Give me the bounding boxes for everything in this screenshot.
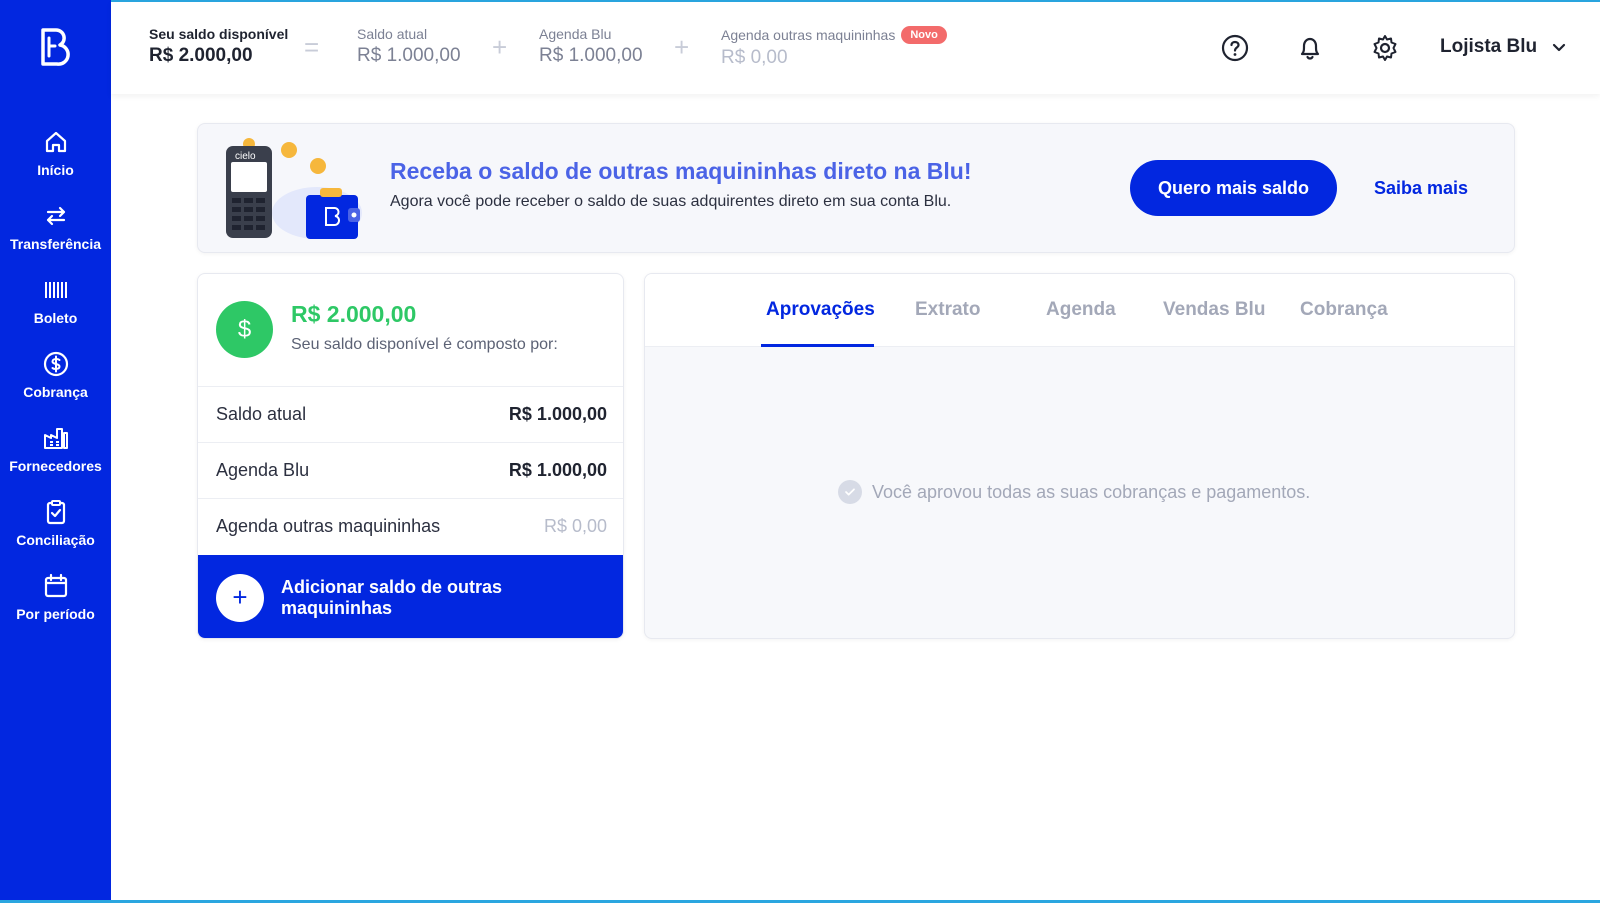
empty-state-message: Você aprovou todas as suas cobranças e p…: [838, 480, 1310, 504]
sidebar-item-por-periodo[interactable]: Por período: [0, 572, 111, 638]
banner-title: Receba o saldo de outras maquininhas dir…: [390, 158, 972, 184]
sidebar-item-fornecedores[interactable]: Fornecedores: [0, 424, 111, 490]
sidebar-item-label: Fornecedores: [9, 458, 102, 474]
bell-icon[interactable]: [1295, 33, 1325, 63]
user-menu[interactable]: Lojista Blu: [1440, 36, 1567, 58]
sidebar-item-label: Conciliação: [16, 532, 95, 548]
top-header: Seu saldo disponível R$ 2.000,00 = Saldo…: [111, 2, 1600, 94]
user-name: Lojista Blu: [1440, 36, 1538, 57]
machine-brand-text: cielo: [235, 151, 256, 162]
row-label: Agenda outras maquininhas: [216, 516, 441, 536]
balance-total: R$ 2.000,00: [291, 301, 417, 327]
sidebar-item-inicio[interactable]: Início: [0, 128, 111, 194]
saiba-mais-link[interactable]: Saiba mais: [1374, 178, 1468, 199]
sidebar-item-cobranca[interactable]: Cobrança: [0, 350, 111, 416]
balance-row-saldo-atual: Saldo atual R$ 1.000,00: [198, 386, 623, 442]
empty-state-text: Você aprovou todas as suas cobranças e p…: [872, 481, 1311, 502]
header-agenda-blu: Agenda Blu R$ 1.000,00: [539, 26, 643, 67]
active-tab-indicator: [761, 344, 874, 347]
dollar-circle-icon: [43, 351, 68, 377]
plus-sign: +: [674, 32, 690, 62]
dollar-icon: $: [216, 301, 273, 358]
sidebar-item-boleto[interactable]: Boleto: [0, 276, 111, 342]
header-agenda-other-title: Agenda outras maquininhas: [721, 27, 896, 43]
balance-row-agenda-outras: Agenda outras maquininhas R$ 0,00: [198, 498, 623, 554]
check-circle-icon: [838, 480, 862, 504]
gear-icon[interactable]: [1370, 33, 1400, 63]
row-value: R$ 1.000,00: [508, 404, 607, 424]
row-label: Saldo atual: [216, 404, 307, 424]
chevron-down-icon: [1553, 43, 1566, 52]
plus-sign: +: [492, 32, 508, 62]
add-balance-label: Adicionar saldo de outras maquininhas: [281, 576, 503, 618]
activity-tabs-panel: Aprovações Extrato Agenda Vendas Blu Cob…: [644, 273, 1515, 639]
tab-vendas-blu[interactable]: Vendas Blu: [1163, 299, 1265, 321]
add-other-machines-balance-button[interactable]: + Adicionar saldo de outras maquininhas: [198, 555, 623, 638]
header-available-value: R$ 2.000,00: [149, 45, 253, 66]
sidebar-item-label: Transferência: [9, 236, 102, 252]
header-available-title: Seu saldo disponível: [149, 26, 289, 42]
clipboard-check-icon: [46, 500, 65, 525]
quero-mais-saldo-button[interactable]: Quero mais saldo: [1130, 160, 1337, 216]
tab-extrato[interactable]: Extrato: [915, 299, 980, 321]
header-agenda-blu-value: R$ 1.000,00: [539, 45, 643, 66]
plus-icon: +: [216, 573, 264, 622]
home-icon: [45, 131, 66, 153]
sidebar-item-label: Boleto: [33, 310, 78, 326]
promo-banner: cielo Receba o saldo de outras maquininh…: [197, 123, 1515, 253]
balance-subtitle: Seu saldo disponível é composto por:: [291, 336, 558, 353]
row-label: Agenda Blu: [216, 460, 310, 480]
tab-agenda[interactable]: Agenda: [1046, 299, 1116, 321]
tab-cobranca[interactable]: Cobrança: [1300, 299, 1388, 321]
header-agenda-other: Agenda outras maquininhas Novo R$ 0,00: [721, 26, 947, 69]
blu-logo[interactable]: [38, 27, 72, 67]
row-value: R$ 0,00: [543, 516, 607, 536]
tab-bar: Aprovações Extrato Agenda Vendas Blu Cob…: [645, 274, 1514, 347]
header-agenda-other-value: R$ 0,00: [721, 47, 788, 68]
barcode-icon: [44, 282, 67, 298]
banner-description: Agora você pode receber o saldo de suas …: [390, 193, 952, 210]
sidebar-item-conciliacao[interactable]: Conciliação: [0, 498, 111, 564]
sidebar-item-label: Por período: [16, 606, 95, 622]
header-current-title: Saldo atual: [357, 26, 428, 42]
tab-aprovacoes[interactable]: Aprovações: [766, 299, 875, 321]
factory-icon: [43, 428, 68, 449]
header-available-balance: Seu saldo disponível R$ 2.000,00: [149, 26, 288, 67]
sidebar-item-label: Cobrança: [23, 384, 88, 400]
balance-card: $ R$ 2.000,00 Seu saldo disponível é com…: [197, 273, 624, 639]
row-value: R$ 1.000,00: [508, 460, 607, 480]
header-current-value: R$ 1.000,00: [357, 45, 461, 66]
card-machine-illustration: cielo: [226, 138, 362, 239]
equals-sign: =: [304, 32, 320, 62]
balance-row-agenda-blu: Agenda Blu R$ 1.000,00: [198, 442, 623, 498]
new-badge: Novo: [901, 26, 947, 44]
help-icon[interactable]: [1220, 33, 1250, 63]
sidebar-item-transferencia[interactable]: Transferência: [0, 202, 111, 268]
sidebar-item-label: Início: [37, 162, 74, 178]
sidebar: Início Transferência Boleto Cobrança For…: [0, 0, 111, 903]
transfer-icon: [46, 206, 65, 226]
header-current-balance: Saldo atual R$ 1.000,00: [357, 26, 461, 67]
calendar-icon: [44, 573, 67, 598]
header-agenda-blu-title: Agenda Blu: [539, 26, 612, 42]
